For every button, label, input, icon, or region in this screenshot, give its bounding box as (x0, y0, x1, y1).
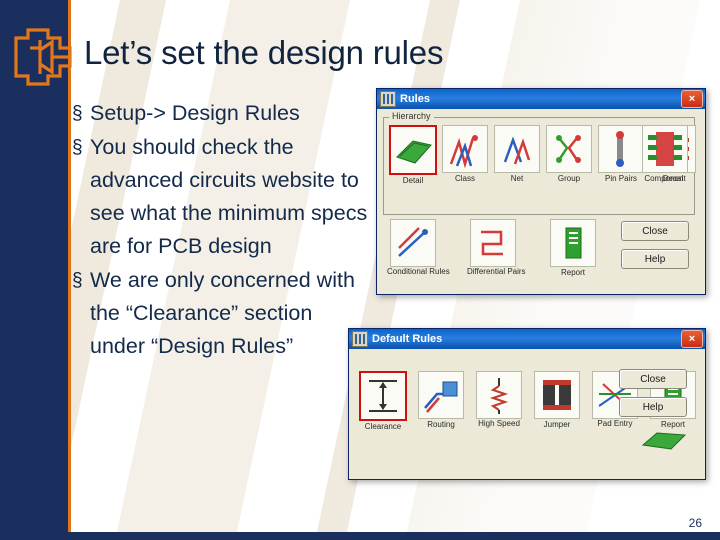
board-thumbnail-icon (639, 427, 689, 458)
tool-label: Class (454, 174, 475, 183)
rules-dialog-body: Hierarchy Detail Class Net Group Pin Pai… (377, 109, 705, 301)
bullet-text: We are only concerned with the “Clearanc… (90, 268, 355, 358)
tool-net[interactable]: Net (491, 125, 543, 183)
close-icon[interactable]: × (681, 330, 703, 348)
default-rules-dialog-body: Clearance Routing High Speed Jumper Pad … (349, 349, 705, 486)
tool-differential-pairs[interactable]: Differential Pairs (467, 219, 526, 276)
bullet-marker-icon: § (72, 270, 83, 291)
tool-report[interactable]: Report (547, 219, 599, 277)
page-number: 26 (688, 516, 702, 530)
bullet-marker-icon: § (72, 103, 83, 124)
tool-label: Component (644, 174, 686, 183)
component-icon (642, 125, 688, 173)
tool-label: Net (510, 174, 524, 183)
group-icon (546, 125, 592, 173)
routing-icon (418, 371, 464, 419)
report-icon (550, 219, 596, 267)
pin-pairs-icon (598, 125, 644, 173)
bullet-text: You should check the advanced circuits w… (90, 135, 368, 258)
tool-jumper[interactable]: Jumper (531, 371, 583, 429)
tool-label: Detail (402, 176, 424, 185)
tool-label: Routing (427, 420, 455, 429)
jumper-icon (534, 371, 580, 419)
tool-label: Conditional Rules (387, 267, 450, 276)
list-item: § You should check the advanced circuits… (72, 131, 372, 263)
close-button[interactable]: Close (619, 369, 687, 389)
list-item: § Setup-> Design Rules (72, 97, 372, 130)
net-icon (494, 125, 540, 173)
default-rules-dialog-titlebar[interactable]: Default Rules × (349, 329, 705, 349)
rules-dialog-title: Rules (400, 93, 430, 105)
default-rules-dialog-title: Default Rules (372, 333, 443, 345)
tool-routing[interactable]: Routing (415, 371, 467, 429)
rules-dialog[interactable]: Rules × Hierarchy Detail Class Net Group… (376, 88, 706, 295)
board-icon (389, 125, 437, 175)
tool-component-real[interactable]: Component (639, 125, 691, 183)
tool-label: Report (560, 268, 585, 277)
hierarchy-group-label: Hierarchy (389, 111, 434, 121)
transistor-logo-icon (14, 28, 72, 86)
rules-dialog-titlebar[interactable]: Rules × (377, 89, 705, 109)
close-icon[interactable]: × (681, 90, 703, 108)
window-icon (352, 331, 368, 347)
clearance-icon (359, 371, 407, 421)
tool-label: Group (557, 174, 581, 183)
default-rules-dialog[interactable]: Default Rules × Clearance Routing High S… (348, 328, 706, 480)
help-button[interactable]: Help (621, 249, 689, 269)
bullet-marker-icon: § (72, 137, 83, 158)
conditional-rules-icon (390, 219, 436, 267)
tool-conditional-rules[interactable]: Conditional Rules (387, 219, 450, 276)
tool-high-speed[interactable]: High Speed (473, 371, 525, 428)
tool-group[interactable]: Group (543, 125, 595, 183)
tool-label: Jumper (543, 420, 571, 429)
traces-icon (442, 125, 488, 173)
bottom-accent-bar (0, 532, 720, 540)
bullet-text: Setup-> Design Rules (90, 101, 300, 125)
tool-label: High Speed (478, 419, 520, 428)
high-speed-icon (476, 371, 522, 419)
tool-class[interactable]: Class (439, 125, 491, 183)
list-item: § We are only concerned with the “Cleara… (72, 264, 372, 363)
close-button[interactable]: Close (621, 221, 689, 241)
page-title: Let’s set the design rules (84, 34, 444, 71)
tool-clearance[interactable]: Clearance (357, 371, 409, 431)
help-button[interactable]: Help (619, 397, 687, 417)
window-icon (380, 91, 396, 107)
tool-label: Pad Entry (597, 419, 633, 428)
differential-pairs-icon (470, 219, 516, 267)
tool-label: Clearance (364, 422, 402, 431)
bullet-list: § Setup-> Design Rules § You should chec… (72, 97, 372, 364)
tool-label: Differential Pairs (467, 267, 526, 276)
slide: Let’s set the design rules § Setup-> Des… (0, 0, 720, 540)
tool-detail[interactable]: Detail (387, 125, 439, 185)
